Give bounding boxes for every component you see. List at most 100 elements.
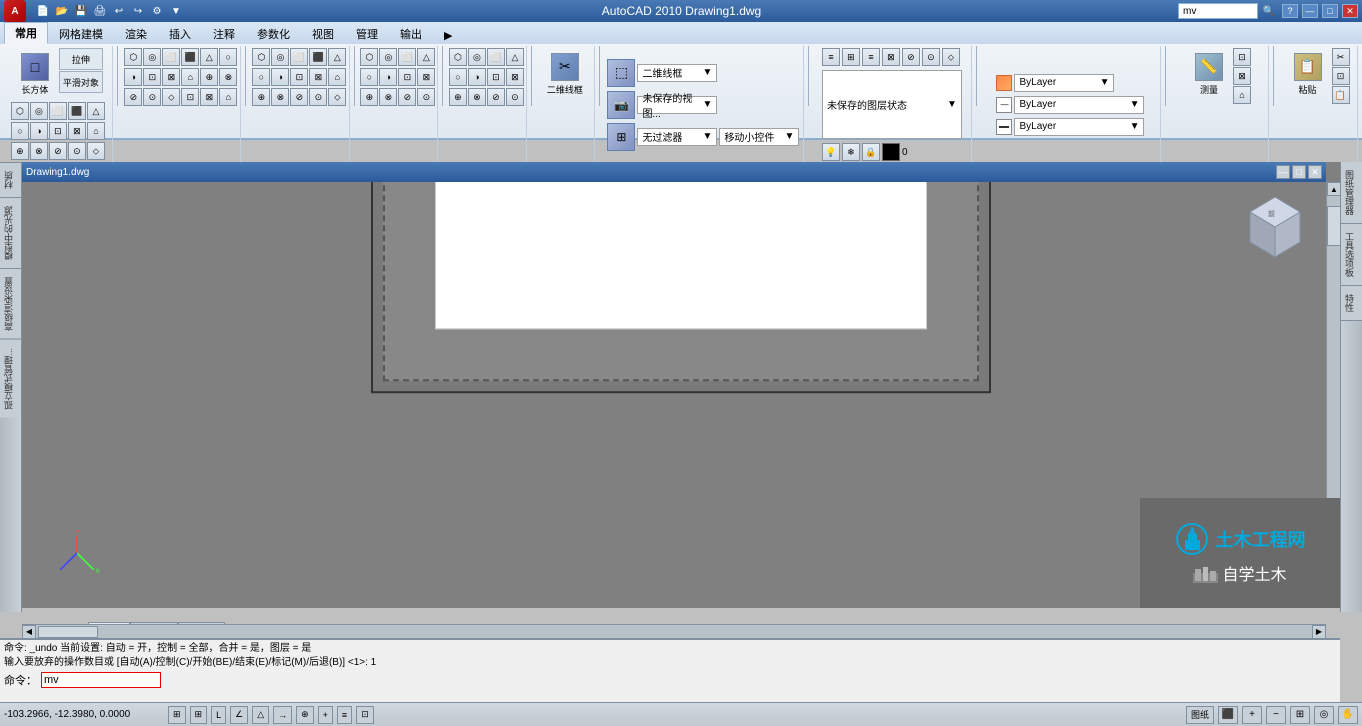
tool-btn-13[interactable]: ⊘: [49, 142, 67, 160]
draw-btn-9[interactable]: ⊕: [360, 88, 378, 106]
util-btn-1[interactable]: ⊡: [1233, 48, 1251, 66]
solid-btn-3[interactable]: ⬜: [290, 48, 308, 66]
section-plane-button[interactable]: ✂ 二维线框: [543, 48, 587, 100]
panel-render-settings[interactable]: 高级渲染设置: [0, 268, 21, 339]
tool-btn-7[interactable]: ◑: [30, 122, 48, 140]
zoom-in-btn[interactable]: +: [1242, 706, 1262, 724]
minimize-button[interactable]: —: [1302, 4, 1318, 18]
mesh-btn-18[interactable]: ⌂: [219, 88, 237, 106]
box-button[interactable]: □ 长方体: [13, 48, 57, 100]
panel-materials[interactable]: 材质: [0, 162, 21, 197]
solid-btn-11[interactable]: ⊕: [252, 88, 270, 106]
solid-btn-10[interactable]: ⌂: [328, 68, 346, 86]
solid-btn-6[interactable]: ○: [252, 68, 270, 86]
tp-button[interactable]: ⊡: [356, 706, 374, 724]
draw-btn-8[interactable]: ⊠: [417, 68, 435, 86]
autocad-logo-icon[interactable]: A: [4, 0, 26, 22]
modify-btn-6[interactable]: ◑: [468, 68, 486, 86]
draw-btn-6[interactable]: ◑: [379, 68, 397, 86]
mesh-btn-5[interactable]: △: [200, 48, 218, 66]
tool-btn-15[interactable]: ⬦: [87, 142, 105, 160]
h-scroll-thumb[interactable]: [38, 626, 98, 638]
pan-btn[interactable]: ✋: [1338, 706, 1358, 724]
tab-管理[interactable]: 管理: [345, 23, 389, 44]
tool-btn-4[interactable]: ⬛: [68, 102, 86, 120]
solid-btn-15[interactable]: ⬦: [328, 88, 346, 106]
undo-button[interactable]: ↩: [110, 2, 128, 20]
mesh-btn-16[interactable]: ⊡: [181, 88, 199, 106]
copy-btn[interactable]: ⊡: [1332, 67, 1350, 85]
tool-btn-11[interactable]: ⊕: [11, 142, 29, 160]
viewcube[interactable]: 前: [1240, 192, 1310, 262]
layer-btn-7[interactable]: ⬦: [942, 48, 960, 66]
modify-btn-2[interactable]: ◎: [468, 48, 486, 66]
modify-btn-12[interactable]: ⊙: [506, 88, 524, 106]
layer-icon[interactable]: ≡: [822, 48, 840, 66]
tab-常用[interactable]: 常用: [4, 22, 48, 44]
modify-btn-7[interactable]: ⊡: [487, 68, 505, 86]
mesh-btn-13[interactable]: ⊘: [124, 88, 142, 106]
layer-btn-4[interactable]: ⊠: [882, 48, 900, 66]
draw-btn-12[interactable]: ⊙: [417, 88, 435, 106]
color-dropdown[interactable]: ByLayer ▼: [1014, 74, 1114, 92]
panel-lights[interactable]: 模型中的光源: [0, 197, 21, 268]
drawing-canvas[interactable]: [371, 162, 991, 393]
solid-btn-13[interactable]: ⊘: [290, 88, 308, 106]
zoom-out-btn[interactable]: −: [1266, 706, 1286, 724]
solid-btn-7[interactable]: ◑: [271, 68, 289, 86]
mesh-btn-10[interactable]: ⌂: [181, 68, 199, 86]
dyn-button[interactable]: +: [318, 706, 333, 724]
draw-btn-7[interactable]: ⊡: [398, 68, 416, 86]
layer-btn-2[interactable]: ⊞: [842, 48, 860, 66]
mesh-btn-11[interactable]: ⊕: [200, 68, 218, 86]
modify-btn-3[interactable]: ⬜: [487, 48, 505, 66]
layer-btn-5[interactable]: ⊘: [902, 48, 920, 66]
panel-properties[interactable]: 特性: [1341, 286, 1362, 321]
open-button[interactable]: 📂: [53, 2, 71, 20]
draw-btn-11[interactable]: ⊘: [398, 88, 416, 106]
solid-btn-8[interactable]: ⊡: [290, 68, 308, 86]
layer-lock-btn[interactable]: 🔒: [862, 143, 880, 161]
tool-btn-14[interactable]: ⊙: [68, 142, 86, 160]
sheet-button[interactable]: 图纸: [1186, 706, 1214, 724]
model-space-icon[interactable]: ⬛: [1218, 706, 1238, 724]
paste-button[interactable]: 📋 粘贴: [1286, 48, 1330, 100]
modify-btn-5[interactable]: ○: [449, 68, 467, 86]
tool-btn-2[interactable]: ◎: [30, 102, 48, 120]
mesh-btn-1[interactable]: ⬡: [124, 48, 142, 66]
layer-state-dropdown[interactable]: 未保存的图层状态 ▼: [822, 70, 962, 139]
layer-btn-3[interactable]: ≡: [862, 48, 880, 66]
solid-btn-1[interactable]: ⬡: [252, 48, 270, 66]
search-icon[interactable]: 🔍: [1260, 2, 1278, 20]
tab-注释[interactable]: 注释: [202, 23, 246, 44]
maximize-button[interactable]: □: [1322, 4, 1338, 18]
panel-tool-palettes[interactable]: 工具选项板: [1341, 224, 1362, 286]
snap-btn2[interactable]: ⊞: [190, 706, 208, 724]
cut-btn[interactable]: ✂: [1332, 48, 1350, 66]
snap-button[interactable]: △: [252, 706, 269, 724]
draw-btn-10[interactable]: ⊗: [379, 88, 397, 106]
save-button[interactable]: 💾: [72, 2, 90, 20]
draw-btn-3[interactable]: ⬜: [398, 48, 416, 66]
dw-minimize-button[interactable]: —: [1276, 165, 1290, 179]
view-saved-dropdown[interactable]: 未保存的视图... ▼: [637, 96, 717, 114]
redo-button[interactable]: ↪: [129, 2, 147, 20]
smooth-button[interactable]: 平滑对象: [59, 71, 103, 93]
ducs-button[interactable]: ⊕: [296, 706, 314, 724]
search-input[interactable]: [1178, 3, 1258, 19]
layer-freeze-btn[interactable]: ❄: [842, 143, 860, 161]
mesh-btn-4[interactable]: ⬛: [181, 48, 199, 66]
draw-btn-4[interactable]: △: [417, 48, 435, 66]
view-style-dropdown[interactable]: 二维线框 ▼: [637, 64, 717, 82]
tab-输出[interactable]: 输出: [389, 23, 433, 44]
draw-btn-5[interactable]: ○: [360, 68, 378, 86]
draw-btn-2[interactable]: ◎: [379, 48, 397, 66]
solid-btn-14[interactable]: ⊙: [309, 88, 327, 106]
draw-btn-1[interactable]: ⬡: [360, 48, 378, 66]
scroll-left-button[interactable]: ◀: [22, 625, 36, 639]
dw-close-button[interactable]: ✕: [1308, 165, 1322, 179]
mesh-btn-17[interactable]: ⊠: [200, 88, 218, 106]
view-filter-dropdown[interactable]: 无过滤器 ▼: [637, 128, 717, 146]
tool-btn-1[interactable]: ⬡: [11, 102, 29, 120]
dw-maximize-button[interactable]: □: [1292, 165, 1306, 179]
